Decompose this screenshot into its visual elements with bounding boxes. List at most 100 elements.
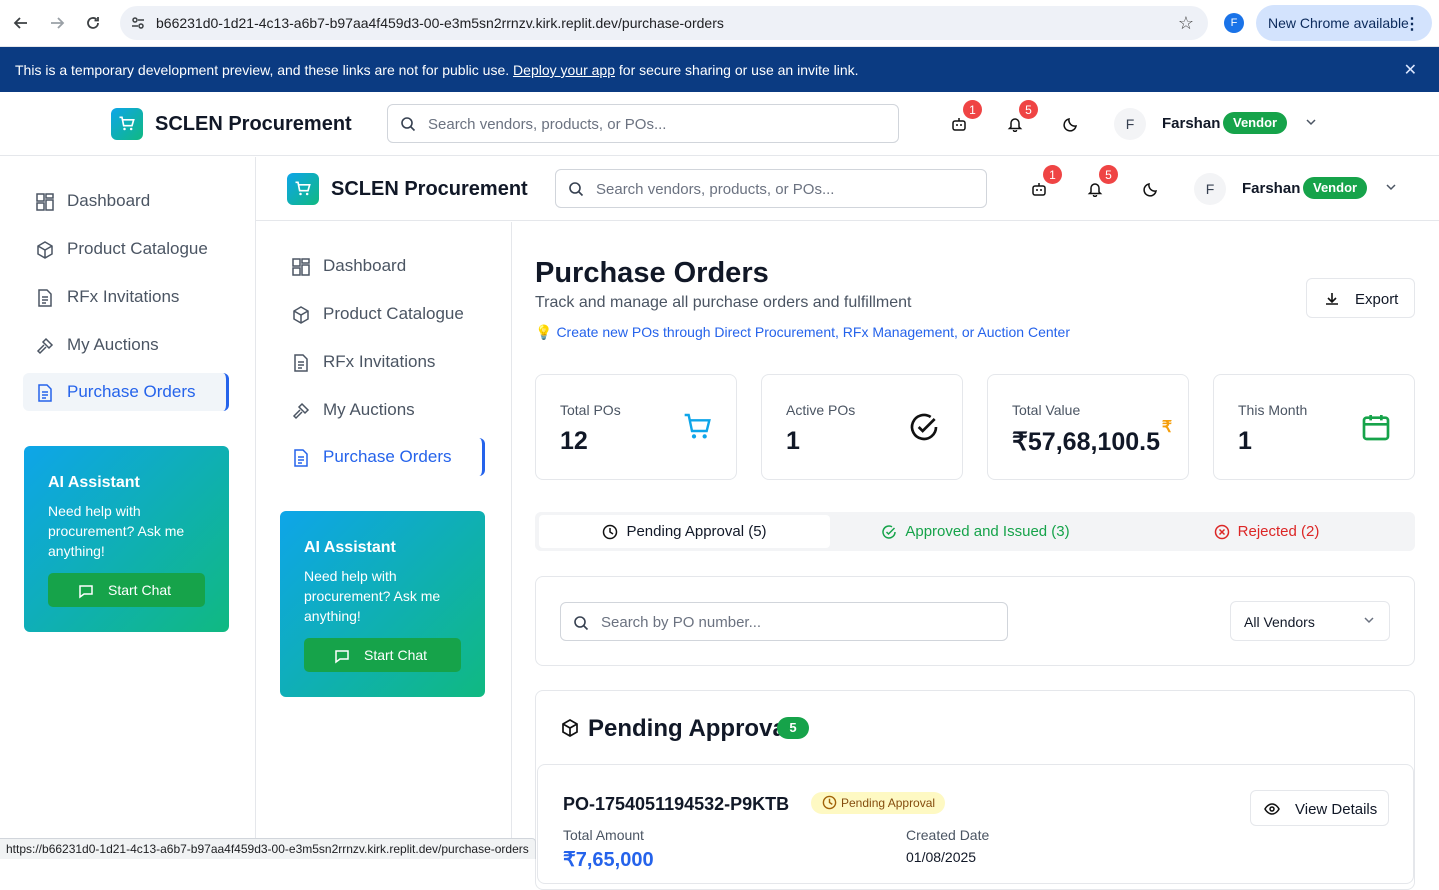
amount-label: Total Amount: [563, 827, 644, 843]
site-info-icon[interactable]: [130, 15, 146, 31]
sidebar-item-dashboard[interactable]: Dashboard: [23, 182, 229, 220]
moon-icon[interactable]: [1140, 178, 1162, 200]
tab-pending-approval[interactable]: Pending Approval (5): [539, 515, 830, 548]
download-icon: [1326, 293, 1338, 305]
x-circle-icon: [1214, 524, 1229, 539]
po-card: PO-1754051194532-P9KTB Pending Approval …: [537, 764, 1414, 884]
pending-count-badge: 5: [777, 717, 809, 739]
sidebar-item-label: Dashboard: [67, 191, 151, 210]
stat-value: 12: [560, 427, 588, 455]
chat-icon: [79, 585, 93, 599]
deploy-link[interactable]: Deploy your app: [513, 62, 615, 78]
filter-panel: Search by PO number... All Vendors: [535, 576, 1415, 666]
lightbulb-icon: 💡: [535, 324, 553, 340]
back-icon[interactable]: [10, 12, 32, 34]
sidebar-item-purchase-orders[interactable]: Purchase Orders: [23, 373, 229, 411]
po-number[interactable]: PO-1754051194532-P9KTB: [563, 794, 789, 815]
logo-cart-icon[interactable]: [287, 173, 319, 205]
user-name[interactable]: Farshan: [1162, 115, 1220, 132]
sidebar-item-label: RFx Invitations: [323, 352, 436, 371]
calendar-icon: [1362, 415, 1390, 441]
sidebar-item-rfx-invitations[interactable]: RFx Invitations: [23, 278, 229, 316]
chevron-down-icon[interactable]: [1305, 116, 1317, 131]
stat-card-total-pos: Total POs 12: [535, 374, 737, 480]
view-details-button[interactable]: View Details: [1250, 790, 1389, 826]
start-chat-button[interactable]: Start Chat: [304, 638, 461, 672]
url-text[interactable]: b66231d0-1d21-4c13-a6b7-b97aa4f459d3-00-…: [156, 15, 724, 31]
tab-approved-issued[interactable]: Approved and Issued (3): [830, 515, 1121, 548]
bookmark-star-icon[interactable]: ☆: [1178, 13, 1194, 34]
export-button[interactable]: Export: [1306, 278, 1415, 318]
sidebar-item-product-catalogue[interactable]: Product Catalogue: [279, 295, 485, 333]
document-icon: [38, 289, 52, 307]
role-badge: Vendor: [1303, 177, 1368, 199]
check-circle-icon: [882, 524, 897, 539]
robot-badge: 1: [963, 100, 982, 119]
reload-icon[interactable]: [82, 12, 104, 34]
ai-description: Need help with procurement? Ask me anyth…: [304, 568, 441, 624]
forward-icon[interactable]: [46, 12, 68, 34]
user-avatar[interactable]: F: [1114, 108, 1146, 140]
stat-card-active-pos: Active POs 1: [761, 374, 963, 480]
tab-rejected[interactable]: Rejected (2): [1121, 515, 1412, 548]
sidebar-item-label: Purchase Orders: [67, 382, 196, 401]
tab-label: Pending Approval (5): [626, 523, 767, 540]
search-icon: [569, 182, 584, 197]
bell-badge: 5: [1019, 100, 1038, 119]
more-menu-icon[interactable]: ⋮: [1404, 14, 1420, 34]
brand-name[interactable]: SCLEN Procurement: [155, 113, 352, 136]
po-search-placeholder: Search by PO number...: [601, 614, 762, 631]
po-search-input[interactable]: Search by PO number...: [560, 602, 1008, 641]
sidebar-item-label: My Auctions: [67, 335, 159, 354]
search-placeholder: Search vendors, products, or POs...: [428, 116, 667, 133]
profile-avatar[interactable]: F: [1224, 13, 1244, 33]
box-icon: [293, 306, 309, 324]
sidebar-item-label: Dashboard: [323, 256, 407, 275]
page-title: Purchase Orders: [535, 257, 769, 289]
stat-label: This Month: [1238, 402, 1308, 418]
sidebar-item-dashboard[interactable]: Dashboard: [279, 247, 485, 285]
chrome-update-button[interactable]: New Chrome available ⋮: [1256, 5, 1432, 41]
ai-assistant-card: AI Assistant Need help with procurement?…: [280, 511, 485, 697]
document-icon: [294, 354, 308, 372]
vendor-select-value: All Vendors: [1244, 614, 1315, 630]
global-search-input[interactable]: Search vendors, products, or POs...: [387, 104, 899, 143]
moon-icon[interactable]: [1060, 113, 1082, 135]
chevron-down-icon: [1363, 614, 1375, 629]
update-label: New Chrome available: [1268, 15, 1409, 31]
vendor-filter-select[interactable]: All Vendors: [1230, 601, 1390, 641]
user-avatar[interactable]: F: [1194, 173, 1226, 205]
check-circle-icon: [910, 413, 938, 441]
dashboard-icon: [36, 193, 54, 211]
banner-text: This is a temporary development preview,…: [15, 62, 510, 78]
ai-description: Need help with procurement? Ask me anyth…: [48, 503, 185, 559]
po-status-tabs: Pending Approval (5) Approved and Issued…: [535, 512, 1415, 551]
sidebar-item-purchase-orders[interactable]: Purchase Orders: [279, 438, 485, 476]
sidebar-item-my-auctions[interactable]: My Auctions: [23, 326, 229, 364]
rupee-icon: ₹: [1161, 419, 1172, 436]
sidebar-item-product-catalogue[interactable]: Product Catalogue: [23, 230, 229, 268]
logo-cart-icon[interactable]: [111, 108, 143, 140]
banner-text-after: for secure sharing or use an invite link…: [618, 62, 859, 78]
user-name[interactable]: Farshan: [1242, 180, 1300, 197]
start-chat-button[interactable]: Start Chat: [48, 573, 205, 607]
address-bar[interactable]: b66231d0-1d21-4c13-a6b7-b97aa4f459d3-00-…: [120, 6, 1208, 40]
sidebar-item-rfx-invitations[interactable]: RFx Invitations: [279, 343, 485, 381]
app-header: SCLEN Procurement Search vendors, produc…: [0, 92, 1439, 156]
search-icon: [574, 616, 589, 631]
search-placeholder: Search vendors, products, or POs...: [596, 181, 835, 198]
chevron-down-icon[interactable]: [1385, 181, 1397, 196]
view-details-label: View Details: [1295, 801, 1378, 818]
dashboard-icon: [292, 258, 310, 276]
gavel-icon: [36, 337, 54, 355]
page-subtitle: Track and manage all purchase orders and…: [535, 294, 912, 311]
global-search-input[interactable]: Search vendors, products, or POs...: [555, 169, 987, 208]
inner-app-header: SCLEN Procurement Search vendors, produc…: [256, 157, 1439, 221]
sidebar-item-label: Purchase Orders: [323, 447, 452, 466]
browser-toolbar: b66231d0-1d21-4c13-a6b7-b97aa4f459d3-00-…: [0, 0, 1439, 47]
stat-label: Total Value: [1012, 402, 1081, 418]
close-icon[interactable]: ✕: [1404, 60, 1417, 80]
brand-name[interactable]: SCLEN Procurement: [331, 178, 528, 201]
amount-value: ₹7,65,000: [563, 849, 654, 871]
sidebar-item-my-auctions[interactable]: My Auctions: [279, 391, 485, 429]
